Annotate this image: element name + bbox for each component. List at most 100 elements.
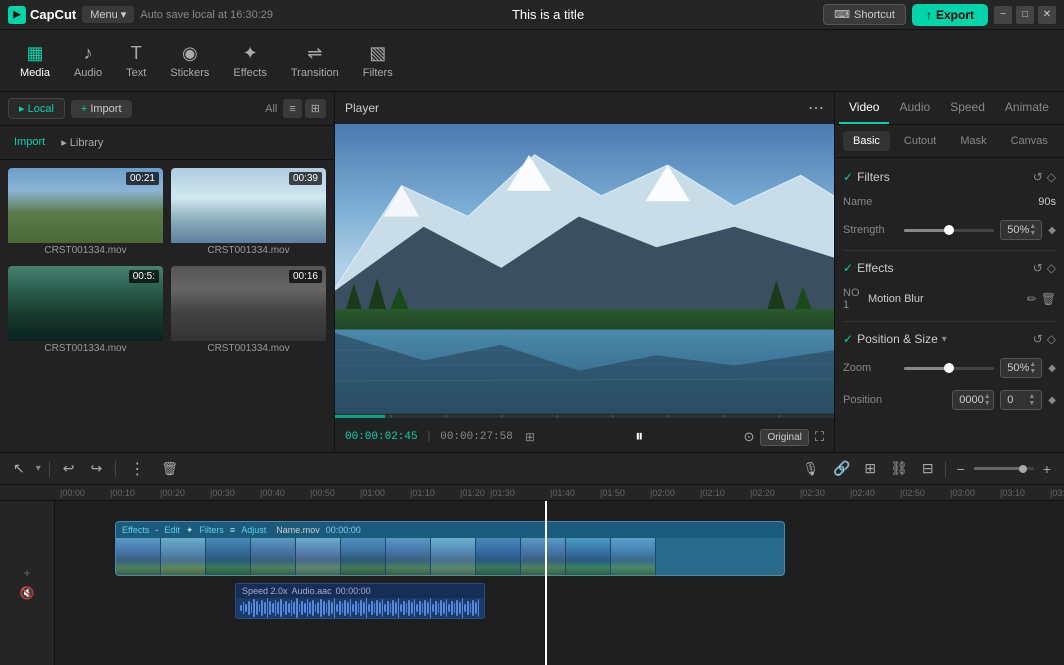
subtab-basic[interactable]: Basic	[843, 131, 890, 151]
grid-icon[interactable]: ⊞	[525, 430, 535, 444]
tool-text[interactable]: T Text	[116, 37, 156, 85]
tool-filters[interactable]: ▧ Filters	[353, 37, 403, 85]
link-audio-button[interactable]: 🔗	[828, 457, 855, 480]
right-panel-tabs: Video Audio Speed Animate Adjust	[835, 92, 1064, 125]
microphone-button[interactable]: 🎙	[797, 458, 824, 480]
position-check-icon[interactable]: ✓	[843, 332, 853, 346]
effect-delete-button[interactable]: 🗑	[1041, 292, 1056, 306]
position-y-box[interactable]: 0 ▲ ▼	[1000, 390, 1042, 410]
unlink2-button[interactable]: ⊟	[917, 457, 939, 480]
player-menu-button[interactable]: ⋯	[808, 98, 824, 118]
position-edit-button[interactable]: ◇	[1047, 332, 1056, 346]
close-button[interactable]: ✕	[1038, 6, 1056, 24]
redo-button[interactable]: ↪	[86, 457, 108, 480]
effect-name: Motion Blur	[868, 293, 1027, 305]
subtab-canvas[interactable]: Canvas	[1001, 131, 1058, 151]
tool-effects[interactable]: ✦ Effects	[223, 37, 276, 85]
timeline-left-col: + 🔇	[0, 501, 55, 665]
media-filename: CRST001334.mov	[171, 243, 326, 258]
clip-header: Effects - Edit ✦ Filters ≡ Adjust Name.m…	[116, 522, 784, 538]
effects-reset-button[interactable]: ↺	[1033, 261, 1043, 275]
waveform-bar	[368, 604, 370, 612]
zoom-in-button[interactable]: +	[1038, 458, 1056, 480]
list-item[interactable]: 00:5: CRST001334.mov	[8, 266, 163, 356]
down-arrow-icon-2: ▼	[1029, 368, 1036, 375]
waveform-bar	[328, 600, 330, 616]
mute-icon[interactable]: 🔇	[20, 586, 35, 600]
list-item[interactable]: 00:21 CRST001334.mov	[8, 168, 163, 258]
waveform-bar	[347, 602, 349, 614]
menu-button[interactable]: Menu ▾	[82, 6, 134, 23]
position-x-box[interactable]: 0000 ▲ ▼	[952, 390, 994, 410]
play-pause-button[interactable]: ⏸	[635, 428, 643, 446]
filters-reset-button[interactable]: ↺	[1033, 170, 1043, 184]
list-view-button[interactable]: ≡	[283, 99, 301, 118]
position-keyframe-icon[interactable]: ◆	[1048, 395, 1056, 406]
audio-track[interactable]: Speed 2.0x Audio.aac 00:00:00	[235, 583, 485, 619]
filters-check-icon[interactable]: ✓	[843, 170, 853, 184]
tool-media[interactable]: ▦ Media	[10, 37, 60, 85]
export-button[interactable]: ↑ Export	[912, 4, 988, 26]
waveform-bar	[248, 601, 250, 615]
unlink-button[interactable]: ⛓	[885, 457, 913, 480]
waveform-bar	[336, 604, 338, 612]
magnet-button[interactable]: ⊞	[859, 457, 881, 480]
restore-button[interactable]: □	[1016, 6, 1034, 24]
minimize-button[interactable]: −	[994, 6, 1012, 24]
waveform-bar	[245, 604, 247, 612]
subtab-cutout[interactable]: Cutout	[894, 131, 946, 151]
effects-check-icon[interactable]: ✓	[843, 261, 853, 275]
delete-button[interactable]: 🗑	[156, 458, 183, 480]
tool-audio[interactable]: ♪ Audio	[64, 37, 112, 85]
subtab-mask[interactable]: Mask	[950, 131, 996, 151]
video-clip[interactable]: Effects - Edit ✦ Filters ≡ Adjust Name.m…	[115, 521, 785, 576]
waveform-bar	[424, 600, 426, 616]
tab-video[interactable]: Video	[839, 92, 889, 124]
grid-view-button[interactable]: ⊞	[305, 99, 326, 118]
sidebar-item-import[interactable]: Import	[8, 132, 51, 153]
fullscreen-icon[interactable]: ⛶	[815, 429, 824, 445]
waveform-bar	[352, 604, 354, 612]
waveform-bar	[269, 601, 271, 615]
playhead[interactable]	[545, 501, 547, 665]
split-button[interactable]: ⋮	[124, 456, 150, 482]
zoom-keyframe-icon[interactable]: ◆	[1048, 363, 1056, 374]
keyframe-diamond-icon[interactable]: ◆	[1048, 225, 1056, 236]
strength-slider-thumb[interactable]	[944, 225, 954, 235]
select-tool-button[interactable]: ↖	[8, 457, 30, 480]
list-item[interactable]: 00:16 CRST001334.mov	[171, 266, 326, 356]
tool-stickers[interactable]: ◉ Stickers	[160, 37, 219, 85]
local-button[interactable]: ▸ Local	[8, 98, 65, 119]
tab-audio[interactable]: Audio	[889, 92, 940, 124]
tab-adjust[interactable]: Adjust	[1059, 92, 1064, 124]
filters-edit-button[interactable]: ◇	[1047, 170, 1056, 184]
zoom-slider-thumb[interactable]	[944, 363, 954, 373]
strength-slider[interactable]	[904, 229, 994, 232]
waveform-bar	[285, 601, 287, 615]
import-button[interactable]: + Import	[71, 100, 132, 118]
undo-button[interactable]: ↩	[58, 457, 80, 480]
video-overlay	[335, 124, 834, 422]
sidebar-item-library[interactable]: ▸ Library	[55, 132, 109, 153]
tab-speed[interactable]: Speed	[940, 92, 995, 124]
fullscreen-preview-icon[interactable]: ⊙	[744, 429, 755, 445]
effects-edit-button[interactable]: ◇	[1047, 261, 1056, 275]
shortcut-button[interactable]: ⌨ Shortcut	[823, 4, 906, 25]
zoom-label: Zoom	[843, 362, 898, 374]
zoom-slider-thumb[interactable]	[1019, 465, 1027, 473]
list-item[interactable]: 00:39 CRST001334.mov	[171, 168, 326, 258]
timeline-zoom-slider[interactable]	[974, 467, 1034, 470]
tool-transition[interactable]: ⇌ Transition	[281, 37, 349, 85]
zoom-out-button[interactable]: −	[952, 458, 970, 480]
player-right-controls: ⊙ Original ⛶	[744, 429, 824, 446]
waveform-bar	[366, 598, 368, 618]
effect-edit-button[interactable]: ✏	[1027, 292, 1037, 306]
right-panel: Video Audio Speed Animate Adjust Basic C…	[834, 92, 1064, 452]
tab-animate[interactable]: Animate	[995, 92, 1059, 124]
chevron-left-icon: ▸	[19, 103, 25, 115]
add-track-icon[interactable]: +	[23, 566, 30, 580]
waveform-bar	[253, 599, 255, 617]
original-badge[interactable]: Original	[760, 429, 808, 446]
zoom-slider[interactable]	[904, 367, 994, 370]
position-reset-button[interactable]: ↺	[1033, 332, 1043, 346]
